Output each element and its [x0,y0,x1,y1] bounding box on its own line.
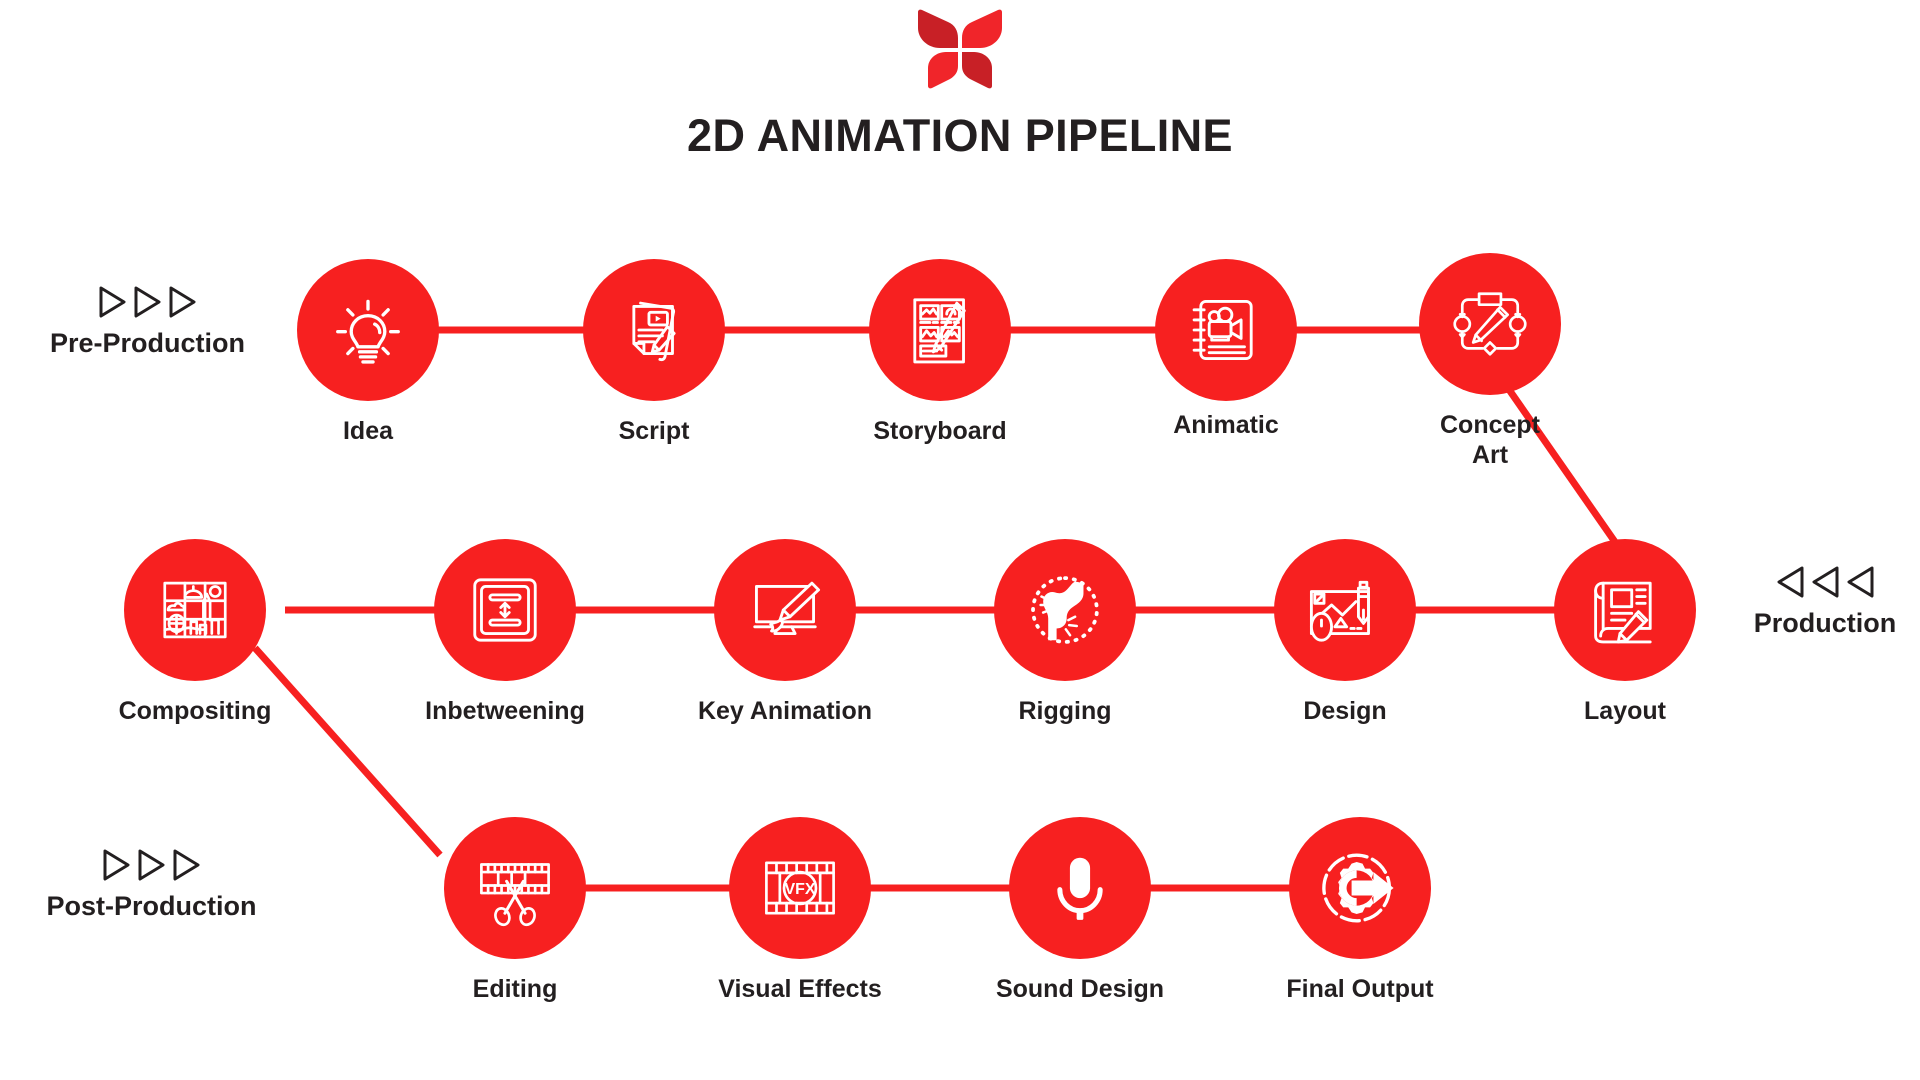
node-editing[interactable]: Editing [444,817,586,1003]
phase-label-post-production: Post-Production [46,891,257,921]
node-storyboard-label: Storyboard [873,417,1007,445]
node-key-animation-bubble[interactable] [714,539,856,681]
node-visual-effects-label: Visual Effects [718,975,882,1003]
node-script[interactable]: Script [583,259,725,445]
node-animatic-label: Animatic [1173,411,1279,439]
node-visual-effects[interactable]: VFX Visual Effects [718,817,882,1003]
node-concept-art-bubble[interactable] [1419,253,1561,395]
node-animatic[interactable]: Animatic [1155,259,1297,439]
node-sound-design-label: Sound Design [995,975,1165,1003]
monitor-paintbrush-icon [753,581,821,635]
node-storyboard[interactable]: Storyboard [869,259,1011,445]
node-sound-design-bubble[interactable] [1009,817,1151,959]
butterfly-logo [916,8,1004,90]
node-inbetweening-label: Inbetweening [425,697,585,725]
node-layout-bubble[interactable] [1554,539,1696,681]
node-sound-design[interactable]: Sound Design [996,817,1164,1003]
vertical-double-arrow-frame-icon [473,578,537,642]
node-final-output-bubble[interactable] [1289,817,1431,959]
layered-scene-grid-icon [163,581,227,639]
arrow-right-group-2 [24,845,279,885]
film-strip-scissors-icon [480,863,550,927]
node-layout-label: Layout [1584,697,1666,725]
node-key-animation[interactable]: Key Animation [698,539,872,725]
node-animatic-bubble[interactable] [1155,259,1297,401]
node-idea-bubble[interactable] [297,259,439,401]
page-title: 2D ANIMATION PIPELINE [687,110,1233,161]
phase-label-production: Production [1753,608,1897,638]
node-final-output[interactable]: Final Output [1286,817,1434,1003]
node-editing-label: Editing [472,975,558,1003]
phase-post-production: Post-Production [24,845,279,922]
notebook-movie-camera-icon [1192,300,1253,360]
node-compositing[interactable]: Compositing [119,539,271,725]
blueprint-scroll-pencil-icon [1594,581,1652,644]
node-idea-label: Idea [342,417,394,445]
film-strip-vfx-icon: VFX [765,861,835,915]
node-concept-art-label: Concept Art [1440,411,1540,469]
node-idea[interactable]: Idea [297,259,439,445]
node-visual-effects-bubble[interactable]: VFX [729,817,871,959]
storyboard-panels-pencil-icon [913,298,966,364]
node-design[interactable]: Design [1274,539,1416,725]
node-rigging-label: Rigging [1018,697,1112,725]
node-compositing-bubble[interactable] [124,539,266,681]
microphone-icon [1057,857,1103,920]
vfx-inner-text: VFX [785,881,816,898]
lightbulb-icon [336,299,400,364]
arrow-right-group [20,282,275,322]
node-storyboard-bubble[interactable] [869,259,1011,401]
script-document-pencil-icon [632,301,676,362]
node-frame-pencil-icon [1453,292,1527,356]
node-final-output-label: Final Output [1286,975,1434,1003]
node-compositing-label: Compositing [118,697,272,725]
tablet-mouse-pencil-icon [1309,580,1370,642]
node-key-animation-label: Key Animation [697,697,873,725]
pipeline-infographic: 2D ANIMATION PIPELINE Pre-Production Pro… [0,0,1920,1080]
node-layout[interactable]: Layout [1554,539,1696,725]
node-rigging-bubble[interactable] [994,539,1136,681]
node-inbetweening[interactable]: Inbetweening [425,539,585,725]
phase-production: Production [1730,562,1920,639]
node-script-bubble[interactable] [583,259,725,401]
node-rigging[interactable]: Rigging [994,539,1136,725]
bone-joint-icon [1031,576,1099,644]
phase-pre-production: Pre-Production [20,282,275,359]
node-editing-bubble[interactable] [444,817,586,959]
node-inbetweening-bubble[interactable] [434,539,576,681]
node-concept-art[interactable]: Concept Art [1419,253,1561,469]
gear-arrow-export-icon [1322,853,1394,923]
node-design-bubble[interactable] [1274,539,1416,681]
node-design-label: Design [1303,697,1387,725]
phase-label-pre-production: Pre-Production [49,328,245,358]
arrow-left-group [1730,562,1920,602]
node-script-label: Script [618,417,690,445]
